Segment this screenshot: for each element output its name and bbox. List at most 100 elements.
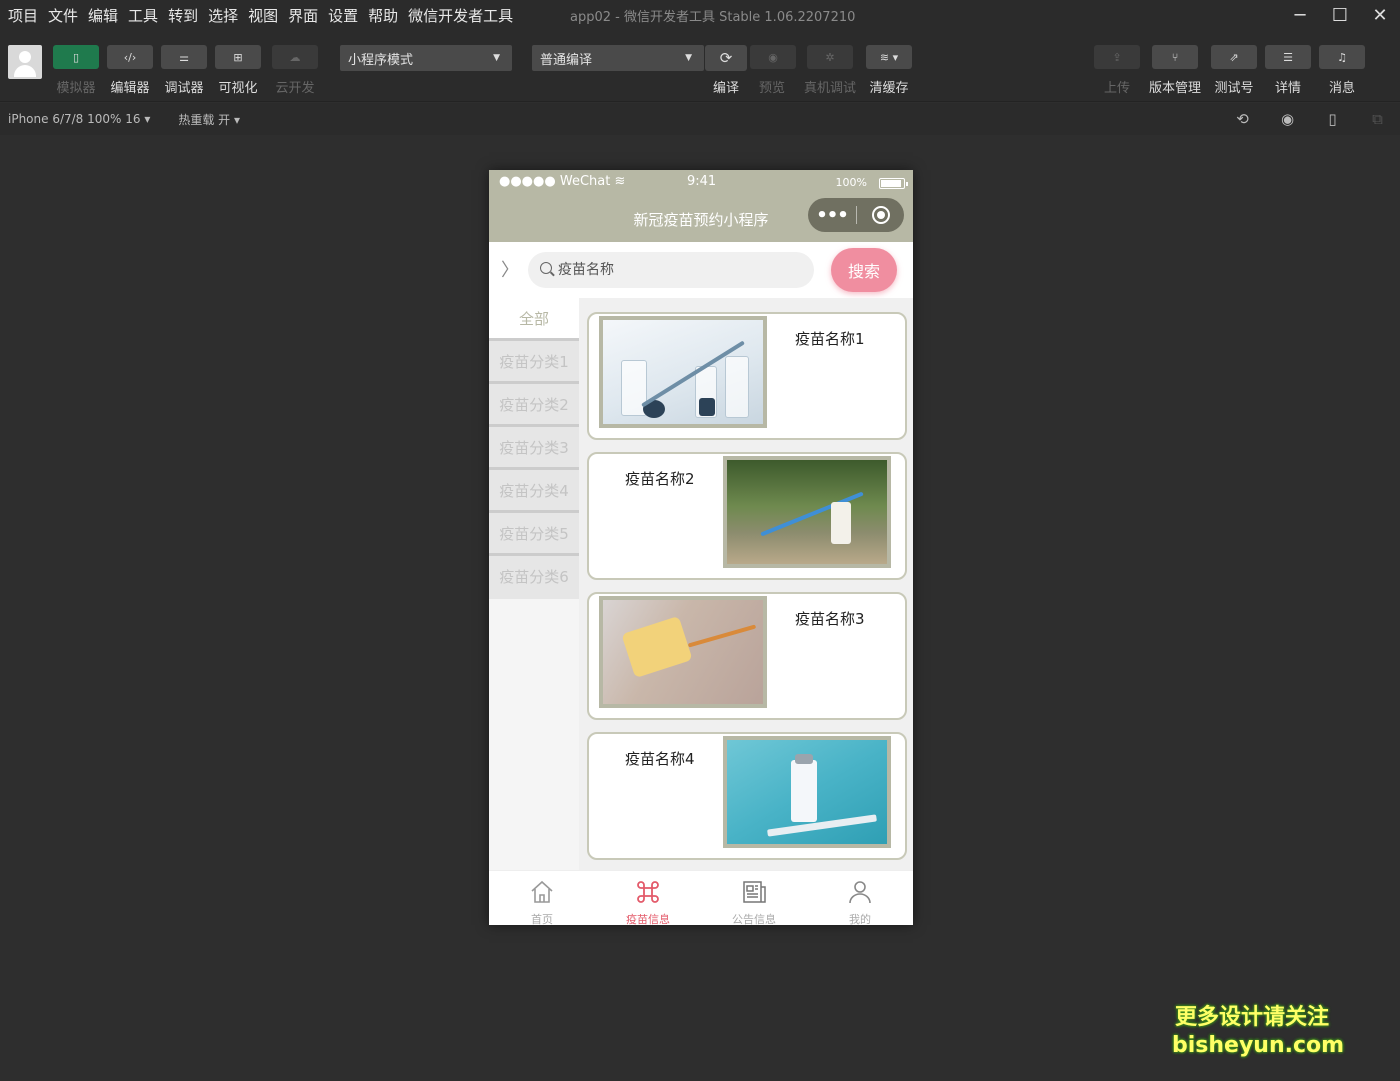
menu-interface[interactable]: 界面	[288, 5, 318, 26]
avatar[interactable]	[8, 45, 42, 79]
category-1[interactable]: 疫苗分类1	[489, 341, 579, 384]
version-button[interactable]: ⑂	[1152, 45, 1198, 69]
status-time: 9:41	[687, 174, 717, 189]
tab-notices[interactable]: 公告信息	[701, 871, 807, 925]
vaccine-list: 疫苗名称1 疫苗名称2 疫苗名称3 疫苗名称4	[579, 298, 913, 870]
compile-select-value: 普通编译	[540, 53, 593, 68]
record-icon[interactable]: ◉	[1265, 110, 1310, 128]
eye-icon: ◉	[768, 50, 778, 64]
vaccine-card[interactable]: 疫苗名称4	[587, 732, 907, 860]
device-icon[interactable]: ▯	[1310, 110, 1355, 128]
rotate-icon[interactable]: ⟲	[1220, 110, 1265, 128]
vial-cap-shape	[699, 398, 715, 416]
close-icon[interactable]: ✕	[1360, 0, 1400, 30]
branch-icon: ⑂	[1171, 50, 1179, 64]
chevron-right-icon[interactable]: 〉	[501, 256, 519, 282]
editor-label: 编辑器	[110, 81, 150, 96]
bug-icon: ✲	[825, 50, 835, 64]
vaccine-card[interactable]: 疫苗名称1	[587, 312, 907, 440]
real-debug-button[interactable]: ✲	[807, 45, 853, 69]
menu-file[interactable]: 文件	[48, 5, 78, 26]
category-5[interactable]: 疫苗分类5	[489, 513, 579, 556]
main-toolbar: ▯ 模拟器 ‹/› 编辑器 ⚌ 调试器 ⊞ 可视化 ☁ 云开发 小程序模式 ▼ …	[0, 30, 1400, 102]
vaccine-name: 疫苗名称2	[625, 470, 695, 488]
search-button[interactable]: 搜索	[831, 248, 897, 292]
test-account-button[interactable]: ⇗	[1211, 45, 1257, 69]
hot-reload-select[interactable]: 热重载 开 ▾	[178, 111, 240, 128]
close-program-button[interactable]	[857, 206, 904, 224]
vial-cap-shape	[795, 754, 813, 764]
category-3[interactable]: 疫苗分类3	[489, 427, 579, 470]
window-title: app02 - 微信开发者工具 Stable 1.06.2207210	[570, 10, 856, 25]
layout-icon: ⊞	[233, 50, 243, 64]
clear-cache-button[interactable]: ≋ ▾	[866, 45, 912, 69]
search-input[interactable]	[558, 260, 798, 280]
category-6[interactable]: 疫苗分类6	[489, 556, 579, 599]
minimize-icon[interactable]: ─	[1280, 0, 1320, 30]
editor-button[interactable]: ‹/›	[107, 45, 153, 69]
simulator-button[interactable]: ▯	[53, 45, 99, 69]
home-icon	[531, 880, 553, 903]
user-icon	[849, 881, 871, 904]
vaccine-name: 疫苗名称1	[795, 330, 865, 348]
menu-edit[interactable]: 编辑	[88, 5, 118, 26]
device-select[interactable]: iPhone 6/7/8 100% 16 ▾	[8, 112, 150, 126]
debugger-button[interactable]: ⚌	[161, 45, 207, 69]
more-icon[interactable]: •••	[808, 205, 856, 226]
menu-help[interactable]: 帮助	[368, 5, 398, 26]
details-button[interactable]: ☰	[1265, 45, 1311, 69]
vaccine-image	[599, 316, 767, 428]
vaccine-name: 疫苗名称4	[625, 750, 695, 768]
messages-button[interactable]: ♫	[1319, 45, 1365, 69]
cloud-button[interactable]: ☁	[272, 45, 318, 69]
layers-icon: ≋ ▾	[879, 50, 899, 64]
menu-settings[interactable]: 设置	[328, 5, 358, 26]
menu-view[interactable]: 视图	[248, 5, 278, 26]
wechat-capsule: •••	[808, 198, 904, 232]
title-bar: 项目 文件 编辑 工具 转到 选择 视图 界面 设置 帮助 微信开发者工具 ap…	[0, 0, 1400, 30]
code-icon: ‹/›	[123, 50, 137, 64]
messages-label: 消息	[1328, 81, 1355, 96]
category-all[interactable]: 全部	[489, 298, 579, 341]
menu-goto[interactable]: 转到	[168, 5, 198, 26]
compile-button[interactable]: ⟳	[705, 45, 747, 71]
menu-devtools[interactable]: 微信开发者工具	[408, 5, 513, 26]
menu-project[interactable]: 项目	[8, 5, 38, 26]
syringe-shape	[767, 814, 877, 837]
command-icon	[637, 881, 659, 903]
mode-select[interactable]: 小程序模式 ▼	[340, 45, 512, 71]
watermark-line1: 更多设计请关注	[1174, 1005, 1329, 1030]
external-link-icon: ⇗	[1229, 50, 1239, 64]
phone-simulator: ●●●●● WeChat ≋ 9:41 100% 新冠疫苗预约小程序 ••• 〉…	[489, 170, 913, 925]
tab-vaccine-info[interactable]: 疫苗信息	[595, 871, 701, 925]
upload-button[interactable]: ⇪	[1094, 45, 1140, 69]
maximize-icon[interactable]: ☐	[1320, 0, 1360, 30]
window-icon[interactable]: ⧉	[1355, 110, 1400, 128]
bell-icon: ♫	[1337, 50, 1347, 64]
test-account-label: 测试号	[1214, 81, 1254, 96]
vial-shape	[725, 356, 749, 418]
wifi-icon: ≋	[614, 174, 626, 189]
category-2[interactable]: 疫苗分类2	[489, 384, 579, 427]
tab-mine[interactable]: 我的	[807, 871, 913, 925]
battery-icon	[879, 178, 908, 189]
compile-select[interactable]: 普通编译 ▼	[532, 45, 704, 71]
tab-home[interactable]: 首页	[489, 871, 595, 925]
tab-bar: 首页 疫苗信息 公告信息 我的	[489, 870, 913, 925]
menu-select[interactable]: 选择	[208, 5, 238, 26]
real-debug-label: 真机调试	[803, 81, 856, 96]
vaccine-card[interactable]: 疫苗名称2	[587, 452, 907, 580]
category-4[interactable]: 疫苗分类4	[489, 470, 579, 513]
tab-notices-label: 公告信息	[732, 913, 776, 925]
search-icon	[540, 262, 552, 274]
search-row: 〉 搜索	[489, 242, 913, 298]
sliders-icon: ⚌	[179, 50, 189, 64]
refresh-icon: ⟳	[719, 49, 733, 67]
mini-program-navbar: ●●●●● WeChat ≋ 9:41 100% 新冠疫苗预约小程序 •••	[489, 170, 913, 242]
menu-tools[interactable]: 工具	[128, 5, 158, 26]
visual-button[interactable]: ⊞	[215, 45, 261, 69]
caret-down-icon: ▼	[493, 53, 500, 63]
preview-button[interactable]: ◉	[750, 45, 796, 69]
target-icon	[871, 206, 890, 224]
vaccine-card[interactable]: 疫苗名称3	[587, 592, 907, 720]
